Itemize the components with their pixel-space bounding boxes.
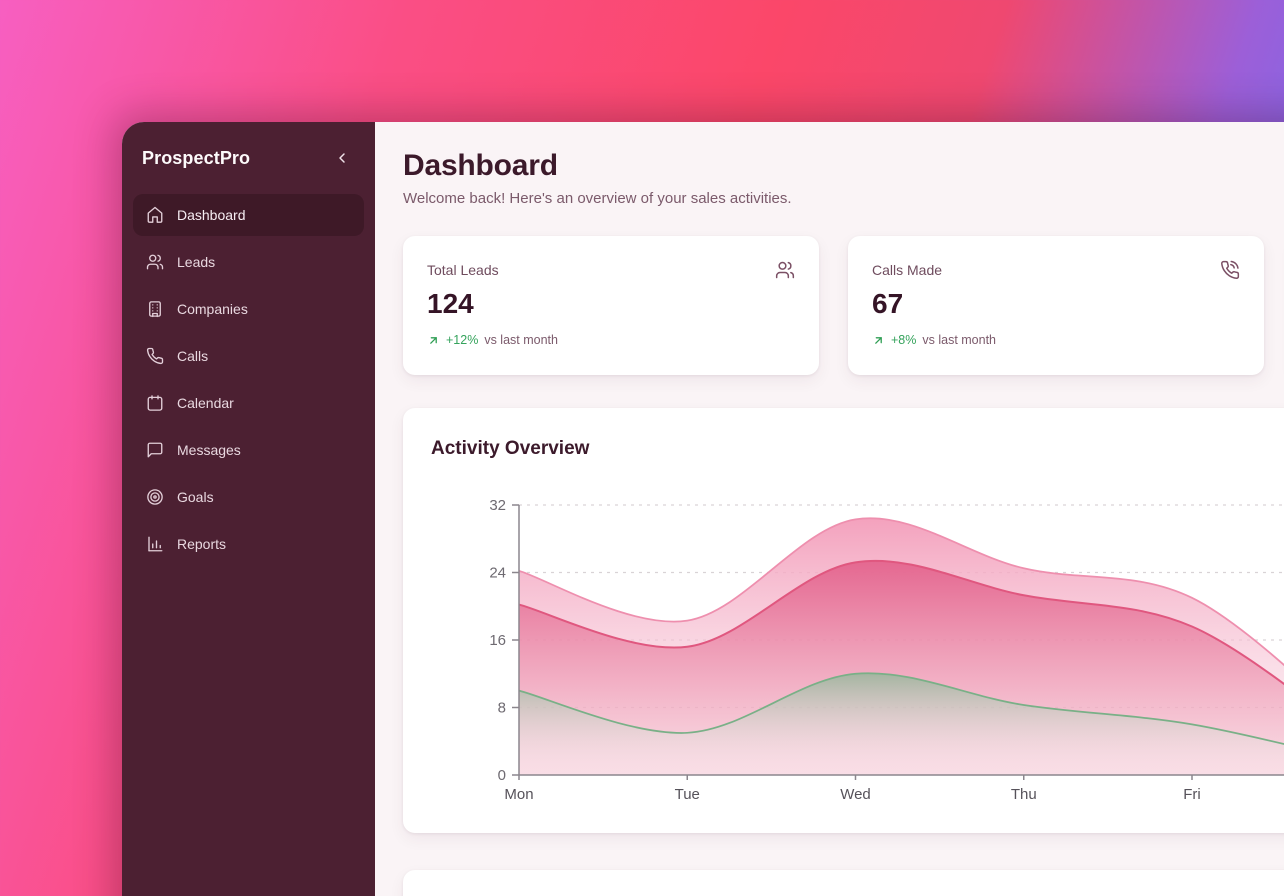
svg-text:16: 16	[489, 632, 506, 649]
stat-cards-row: Total Leads 124 +12% vs last month Calls	[403, 236, 1284, 375]
main-content: Dashboard Welcome back! Here's an overvi…	[375, 122, 1284, 896]
sidebar-item-label: Companies	[177, 301, 248, 317]
trend-suffix: vs last month	[922, 332, 996, 349]
sidebar-item-label: Goals	[177, 489, 214, 505]
building-icon	[146, 300, 164, 318]
sidebar-nav: Dashboard Leads Companies Calls	[133, 194, 364, 565]
page-title: Dashboard	[403, 148, 1284, 184]
partial-card-bottom	[403, 870, 1284, 896]
sidebar: ProspectPro Dashboard Leads	[122, 122, 375, 896]
activity-overview-card: Activity Overview 0 8 16 24 32 Mon Tue Wed Thu Fr…	[403, 408, 1284, 833]
users-icon	[775, 260, 795, 280]
app-logo: ProspectPro	[142, 148, 250, 169]
sidebar-item-label: Reports	[177, 536, 226, 552]
activity-area-chart: 08162432MonTueWedThuFriSat	[431, 464, 1284, 810]
sidebar-item-label: Dashboard	[177, 207, 246, 223]
svg-text:Mon: Mon	[504, 786, 533, 803]
svg-text:24: 24	[489, 565, 506, 582]
sidebar-item-calls[interactable]: Calls	[133, 335, 364, 377]
sidebar-item-calendar[interactable]: Calendar	[133, 382, 364, 424]
calendar-icon	[146, 394, 164, 412]
stat-value: 67	[872, 286, 1240, 322]
trend-suffix: vs last month	[484, 332, 558, 349]
trend-up-icon	[427, 334, 440, 347]
sidebar-item-label: Calendar	[177, 395, 234, 411]
sidebar-item-companies[interactable]: Companies	[133, 288, 364, 330]
sidebar-item-label: Messages	[177, 442, 241, 458]
chevron-left-icon	[334, 150, 350, 166]
trend-percent: +8%	[891, 332, 916, 349]
sidebar-item-reports[interactable]: Reports	[133, 523, 364, 565]
users-icon	[146, 253, 164, 271]
svg-text:32: 32	[489, 497, 506, 514]
sidebar-item-label: Leads	[177, 254, 215, 270]
home-icon	[146, 206, 164, 224]
svg-text:Tue: Tue	[675, 786, 700, 803]
sidebar-collapse-button[interactable]	[330, 146, 354, 170]
message-icon	[146, 441, 164, 459]
phone-icon	[146, 347, 164, 365]
sidebar-item-messages[interactable]: Messages	[133, 429, 364, 471]
trend-up-icon	[872, 334, 885, 347]
stat-value: 124	[427, 286, 795, 322]
sidebar-item-label: Calls	[177, 348, 208, 364]
sidebar-item-leads[interactable]: Leads	[133, 241, 364, 283]
svg-text:8: 8	[498, 700, 506, 717]
page-subtitle: Welcome back! Here's an overview of your…	[403, 188, 1284, 210]
bar-chart-icon	[146, 535, 164, 553]
sidebar-item-goals[interactable]: Goals	[133, 476, 364, 518]
stat-label: Total Leads	[427, 260, 499, 280]
target-icon	[146, 488, 164, 506]
sidebar-header: ProspectPro	[133, 122, 364, 194]
app-window: ProspectPro Dashboard Leads	[122, 122, 1284, 896]
stat-card-calls-made: Calls Made 67 +8% vs last month	[848, 236, 1264, 375]
svg-text:Wed: Wed	[840, 786, 871, 803]
svg-text:0: 0	[498, 767, 506, 784]
trend-percent: +12%	[446, 332, 478, 349]
svg-text:Fri: Fri	[1183, 786, 1201, 803]
svg-text:Thu: Thu	[1011, 786, 1037, 803]
stat-label: Calls Made	[872, 260, 942, 280]
chart-title: Activity Overview	[431, 436, 1284, 462]
phone-call-icon	[1220, 260, 1240, 280]
stat-card-total-leads: Total Leads 124 +12% vs last month	[403, 236, 819, 375]
sidebar-item-dashboard[interactable]: Dashboard	[133, 194, 364, 236]
